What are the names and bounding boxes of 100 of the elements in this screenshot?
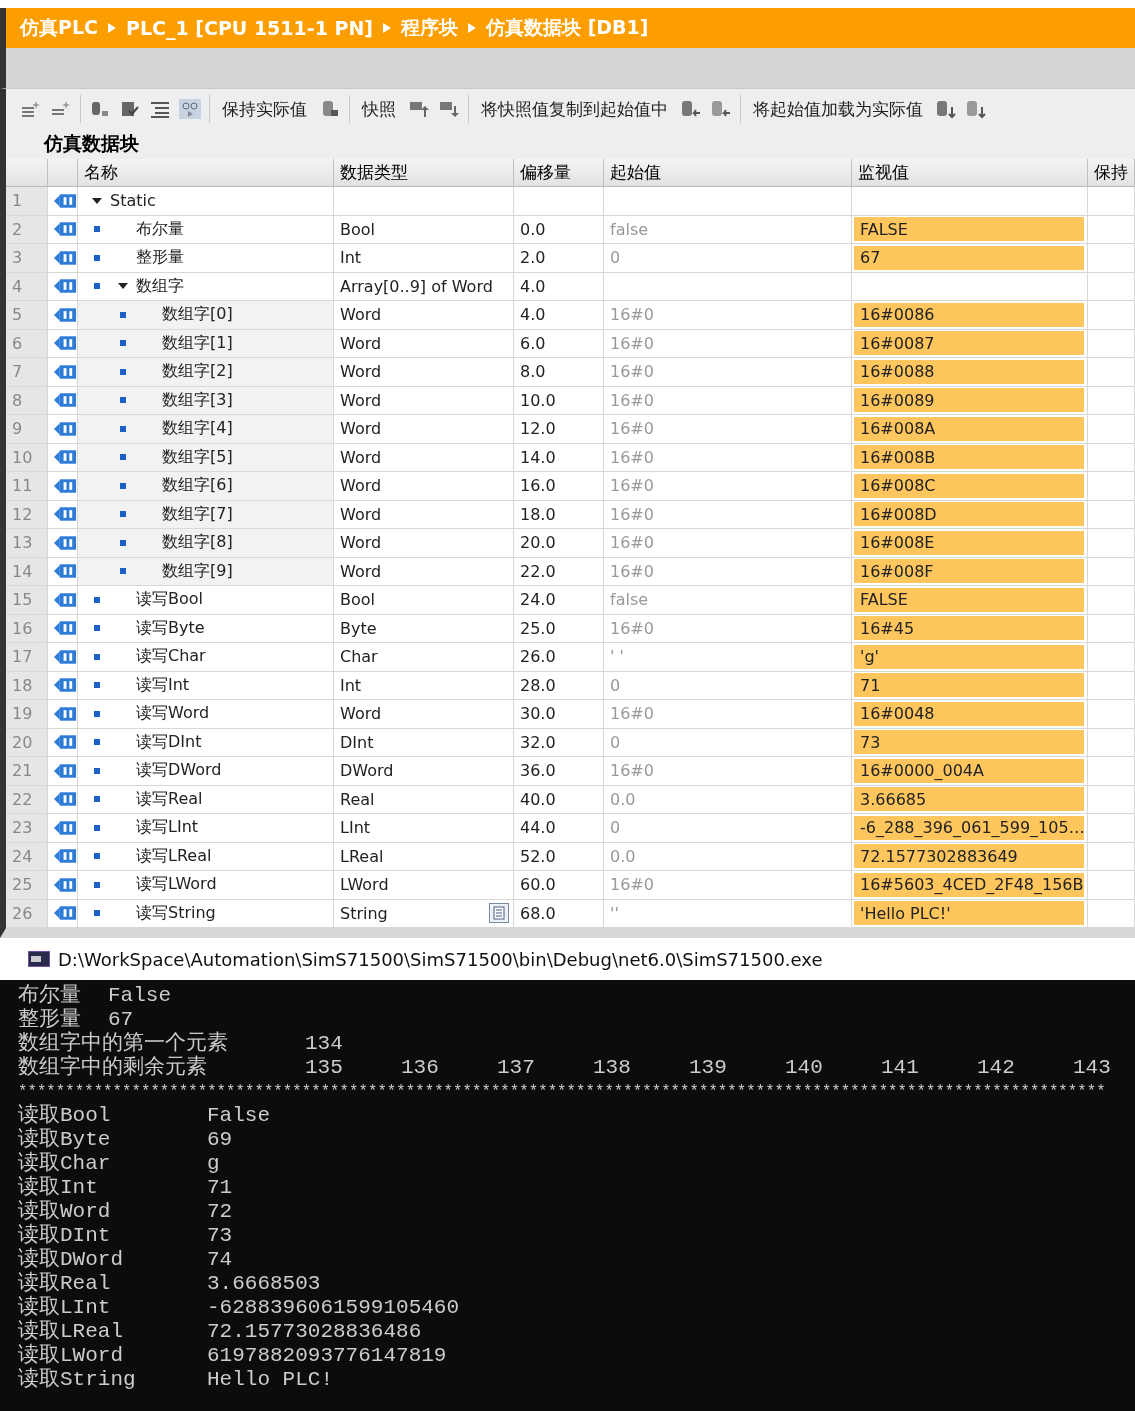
start-value: 0 [610, 248, 621, 268]
start-value: 16#0 [610, 419, 654, 439]
console-label: 整形量 [18, 1008, 82, 1031]
database-down-icon[interactable] [935, 99, 957, 119]
variable-name: 数组字 [136, 275, 184, 297]
start-value: false [610, 219, 649, 239]
variable-name: 读写Real [136, 788, 203, 810]
square-bullet-icon [120, 568, 126, 575]
row-number: 23 [6, 814, 48, 843]
console-value: 74 [207, 1248, 233, 1272]
monitor-value: FALSE [854, 217, 1084, 242]
row-number: 24 [6, 842, 48, 871]
monitor-value: 16#5603_4CED_2F48_156B [854, 872, 1084, 897]
console-value: 6197882093776147819 [207, 1344, 447, 1368]
console-label: 读取Byte [18, 1128, 112, 1151]
toolbar-button[interactable]: 将快照值复制到起始值中 [477, 95, 672, 123]
row-number: 4 [6, 272, 48, 301]
variable-name: 读写String [136, 902, 216, 924]
square-bullet-icon [120, 511, 126, 518]
toolbar-button[interactable]: 将起始值加载为实际值 [749, 95, 927, 123]
camera-up-icon[interactable] [408, 99, 430, 119]
console-value: 72 [207, 1200, 233, 1224]
square-bullet-icon [94, 767, 100, 774]
start-value: 16#0 [610, 704, 654, 724]
console-label: 数组字中的第一个元素 [18, 1032, 229, 1055]
console-value: False [207, 1104, 270, 1128]
square-bullet-icon [94, 283, 100, 290]
monitor-value: 16#45 [854, 616, 1084, 641]
add-rows-icon[interactable] [20, 99, 42, 119]
offset-value: 4.0 [520, 276, 546, 296]
console-label: 读取Word [18, 1200, 112, 1223]
data-type: String [340, 903, 388, 923]
offset-value: 4.0 [520, 305, 546, 325]
console-label: 读取DWord [18, 1248, 124, 1271]
data-type: Bool [340, 590, 375, 610]
row-number: 20 [6, 728, 48, 757]
database-arrow-icon[interactable] [710, 99, 732, 119]
column-header[interactable]: 保持 [1088, 159, 1135, 187]
check-list-icon[interactable] [119, 99, 141, 119]
console-label: 读取Bool [18, 1104, 112, 1127]
data-type: Array[0..9] of Word [340, 276, 493, 296]
variable-name: 数组字[5] [162, 446, 233, 468]
console-value: 138 [593, 1056, 632, 1080]
row-number: 11 [6, 472, 48, 501]
console-value: 73 [207, 1224, 233, 1248]
monitor-value: 72.1577302883649 [854, 844, 1084, 869]
monitor-value: 73 [854, 730, 1084, 755]
monitor-value: 16#0048 [854, 701, 1084, 726]
start-value: 16#0 [610, 476, 654, 496]
console-value: 135 [305, 1056, 344, 1080]
toolbar-button[interactable]: 快照 [358, 95, 400, 123]
column-header[interactable]: 起始值 [604, 159, 852, 187]
start-value: 16#0 [610, 447, 654, 467]
toolbar-button[interactable]: 保持实际值 [218, 95, 311, 123]
column-header[interactable]: 名称 [78, 159, 334, 187]
square-bullet-icon [94, 910, 100, 917]
console-value: 3.6668503 [207, 1272, 321, 1296]
column-header[interactable]: 数据类型 [334, 159, 514, 187]
database-stack-icon[interactable] [965, 99, 987, 119]
data-type: LInt [340, 818, 371, 838]
start-value: 0 [610, 818, 621, 838]
square-bullet-icon [120, 311, 126, 318]
start-value: 16#0 [610, 333, 654, 353]
row-number: 12 [6, 500, 48, 529]
header-cell [48, 159, 78, 187]
monitor-value: 16#0086 [854, 302, 1084, 327]
variable-name: 读写DInt [136, 731, 202, 753]
monitor-value: 16#008D [854, 502, 1084, 527]
square-bullet-icon [94, 824, 100, 831]
start-value: 16#0 [610, 305, 654, 325]
variable-name: 读写LWord [136, 874, 217, 896]
variable-name: 读写DWord [136, 760, 222, 782]
data-type: Word [340, 390, 382, 410]
square-bullet-icon [94, 796, 100, 803]
retain-cell [1088, 272, 1135, 301]
row-number: 14 [6, 557, 48, 586]
row-number: 1 [6, 187, 48, 216]
column-header[interactable]: 监视值 [852, 159, 1088, 187]
start-value: 16#0 [610, 390, 654, 410]
database-icon[interactable] [89, 99, 111, 119]
monitor-value: 16#008B [854, 445, 1084, 470]
glasses-icon[interactable] [179, 99, 201, 119]
start-value: 0.0 [610, 789, 636, 809]
start-value: false [610, 590, 649, 610]
offset-value: 44.0 [520, 818, 556, 838]
camera-down-icon[interactable] [438, 99, 460, 119]
square-bullet-icon [94, 625, 100, 632]
retain-cell [1088, 187, 1135, 216]
column-header[interactable]: 偏移量 [514, 159, 604, 187]
database-left-icon[interactable] [680, 99, 702, 119]
console-value: 142 [977, 1056, 1016, 1080]
variable-name: 数组字[9] [162, 560, 233, 582]
list-editor-icon[interactable] [489, 903, 509, 924]
data-type: Int [340, 675, 362, 695]
monitor-value: 'Hello PLC!' [854, 901, 1084, 926]
monitor-value: 71 [854, 673, 1084, 698]
variable-name: 读写LInt [136, 817, 199, 839]
list-icon[interactable] [149, 99, 171, 119]
variable-name: Static [110, 191, 156, 211]
variable-name: 数组字[8] [162, 532, 233, 554]
